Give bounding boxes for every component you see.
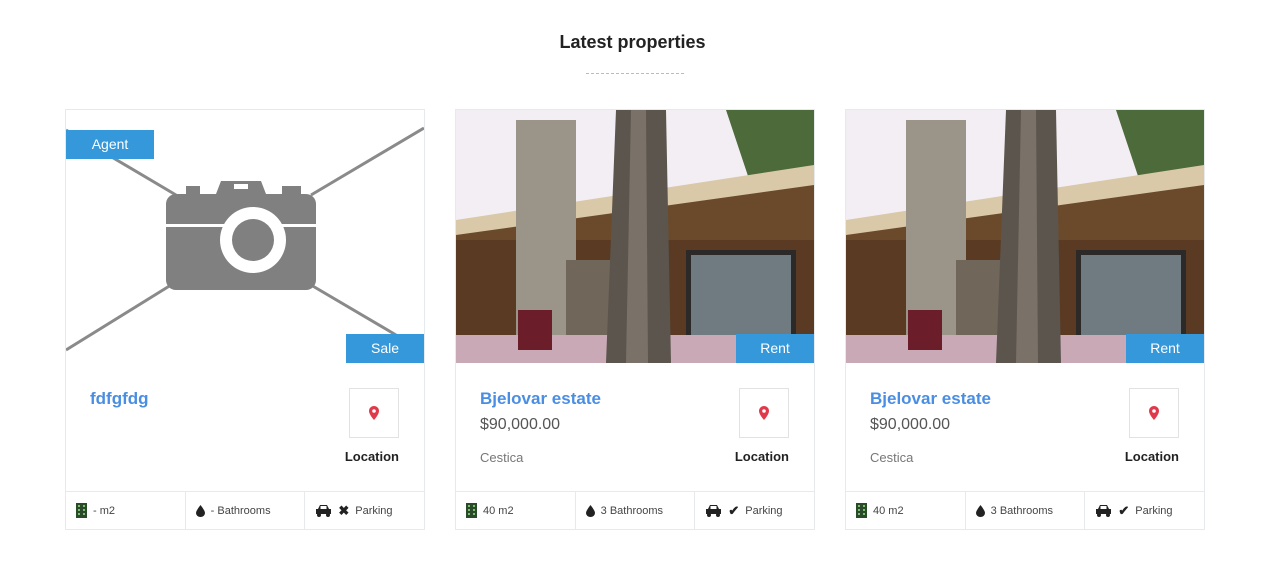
bathrooms-value: 3 Bathrooms [600, 504, 664, 517]
building-icon [856, 503, 867, 518]
location-label: Location [734, 449, 789, 464]
car-icon [1096, 505, 1112, 517]
map-marker-icon [369, 406, 379, 420]
building-icon [466, 503, 477, 518]
water-drop-icon [195, 504, 205, 517]
property-card[interactable]: Agent Sale fdfgfdg Location - m2 - Bathr… [65, 109, 425, 530]
title-divider [586, 73, 684, 74]
area-value: 40 m2 [873, 504, 904, 517]
bathrooms-feature: - Bathrooms [184, 492, 305, 529]
location-button[interactable] [739, 388, 789, 438]
location-button[interactable] [1129, 388, 1179, 438]
area-feature: 40 m2 [456, 492, 575, 529]
parking-feature: ✖ Parking [304, 492, 424, 529]
location-label: Location [344, 449, 399, 464]
parking-feature: ✔ Parking [1084, 492, 1204, 529]
check-icon: ✔ [1118, 502, 1130, 518]
property-image[interactable]: Rent [456, 110, 814, 363]
property-features: 40 m2 3 Bathrooms ✔ Parking [846, 491, 1204, 529]
map-marker-icon [1149, 406, 1159, 420]
property-name-link[interactable]: Bjelovar estate [480, 389, 601, 409]
car-icon [316, 505, 332, 517]
listing-type-badge: Sale [346, 334, 424, 363]
building-icon [76, 503, 87, 518]
property-card[interactable]: Rent Bjelovar estate $90,000.00 Cestica … [845, 109, 1205, 530]
property-name-link[interactable]: Bjelovar estate [870, 389, 991, 409]
property-features: - m2 - Bathrooms ✖ Parking [66, 491, 424, 529]
parking-label: Parking [745, 504, 783, 517]
location-button[interactable] [349, 388, 399, 438]
area-feature: - m2 [66, 492, 185, 529]
parking-label: Parking [355, 504, 393, 517]
section-title: Latest properties [559, 32, 706, 52]
property-image[interactable]: Agent Sale [66, 110, 424, 363]
location-label: Location [1124, 449, 1179, 464]
area-feature: 40 m2 [846, 492, 965, 529]
bathrooms-value: 3 Bathrooms [990, 504, 1054, 517]
map-marker-icon [759, 406, 769, 420]
property-price: $90,000.00 [480, 416, 561, 433]
property-card[interactable]: Rent Bjelovar estate $90,000.00 Cestica … [455, 109, 815, 530]
property-price: $90,000.00 [870, 416, 951, 433]
listing-type-badge: Rent [736, 334, 814, 363]
area-value: - m2 [93, 504, 115, 517]
bathrooms-value: - Bathrooms [210, 504, 271, 517]
bathrooms-feature: 3 Bathrooms [574, 492, 695, 529]
property-image[interactable]: Rent [846, 110, 1204, 363]
times-icon: ✖ [338, 502, 350, 518]
property-name-link[interactable]: fdfgfdg [90, 389, 149, 409]
water-drop-icon [975, 504, 985, 517]
bathrooms-feature: 3 Bathrooms [964, 492, 1085, 529]
property-city: Cestica [480, 450, 524, 465]
listing-type-badge: Rent [1126, 334, 1204, 363]
property-city: Cestica [870, 450, 914, 465]
property-features: 40 m2 3 Bathrooms ✔ Parking [456, 491, 814, 529]
agent-badge: Agent [66, 130, 154, 159]
car-icon [706, 505, 722, 517]
area-value: 40 m2 [483, 504, 514, 517]
parking-label: Parking [1135, 504, 1173, 517]
water-drop-icon [585, 504, 595, 517]
parking-feature: ✔ Parking [694, 492, 814, 529]
check-icon: ✔ [728, 502, 740, 518]
